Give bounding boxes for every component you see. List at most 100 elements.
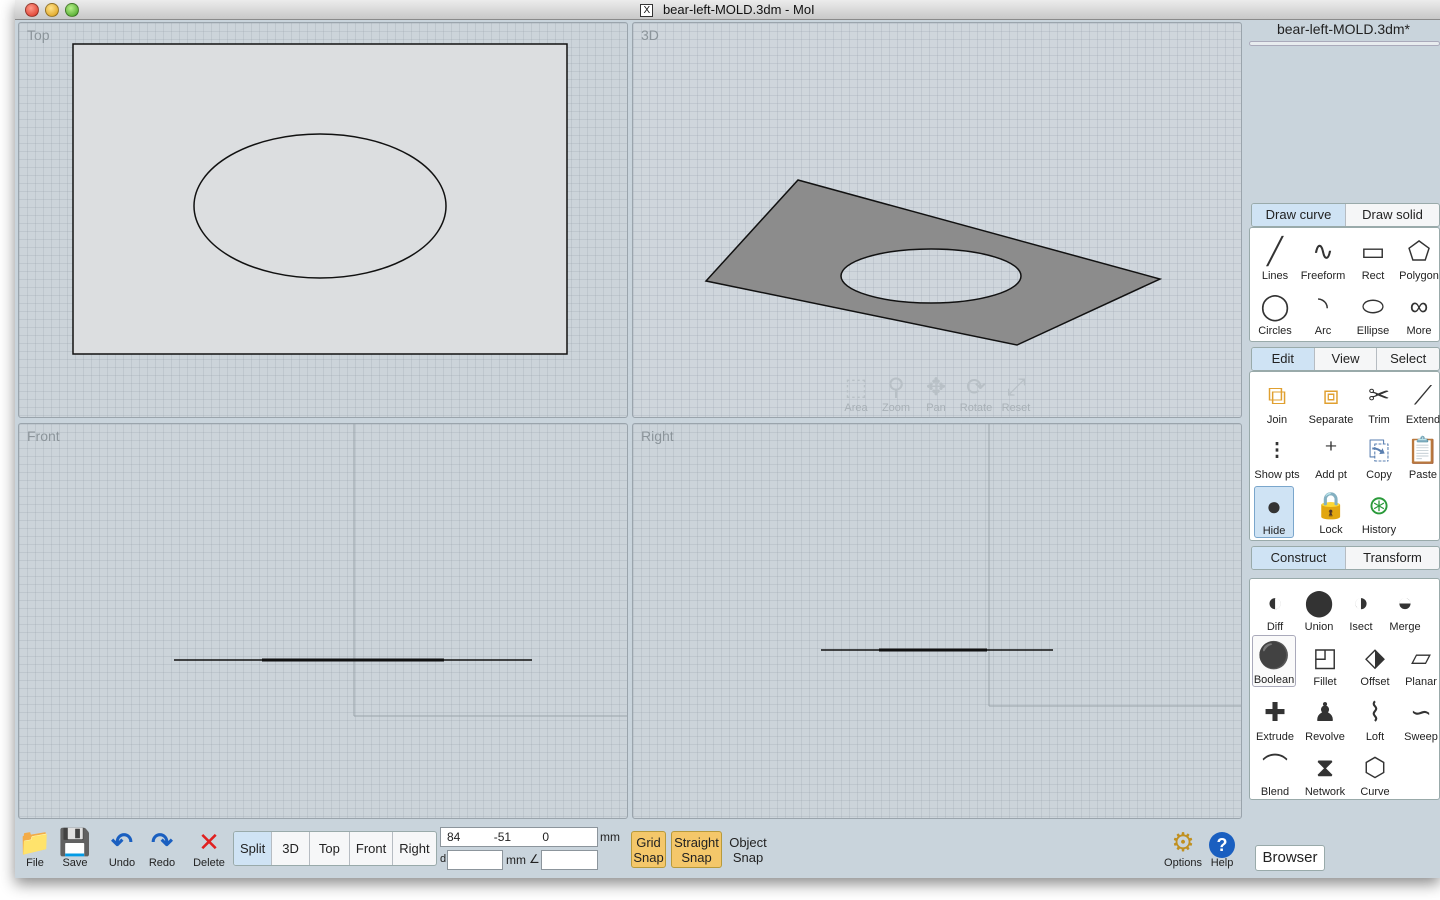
coordinate-input[interactable]: 84 -51 0 xyxy=(440,827,598,847)
tab-draw-solid[interactable]: Draw solid xyxy=(1346,204,1439,226)
zoom-button[interactable]: ⚲ Zoom xyxy=(878,374,914,414)
close-window-button[interactable] xyxy=(25,3,39,17)
tool-label: Fillet xyxy=(1313,676,1337,688)
tab-construct[interactable]: Construct xyxy=(1252,547,1346,569)
boolean-tool[interactable]: ⚫ Boolean xyxy=(1252,635,1296,687)
area-zoom-button[interactable]: ⬚ Area xyxy=(838,374,874,414)
tab-view[interactable]: View xyxy=(1315,348,1378,370)
isect-tool[interactable]: ◑ Isect xyxy=(1336,583,1386,633)
view-3d-button[interactable]: 3D xyxy=(272,832,310,865)
lines-tool[interactable]: ╱ Lines xyxy=(1250,232,1300,282)
tool-label: Rect xyxy=(1361,270,1385,282)
save-button[interactable]: 💾 Save xyxy=(53,827,97,869)
polygon-tool[interactable]: ⬠ Polygon xyxy=(1394,232,1440,282)
paste-icon: 📋 xyxy=(1406,435,1440,465)
angle-input[interactable] xyxy=(541,850,598,870)
reset-view-button[interactable]: ⤢ Reset xyxy=(998,374,1034,414)
viewport-right[interactable]: Right xyxy=(632,423,1242,819)
curve-tool[interactable]: ⬡ Curve xyxy=(1350,748,1400,798)
history-tool[interactable]: ⊛ History xyxy=(1354,486,1404,536)
view-top-button[interactable]: Top xyxy=(310,832,350,865)
viewport-front[interactable]: Front xyxy=(18,423,628,819)
add-pt-tool[interactable]: ⁺ Add pt xyxy=(1306,431,1356,481)
document-icon: X xyxy=(640,4,654,18)
freeform-tool[interactable]: ∿ Freeform xyxy=(1298,232,1348,282)
sweep-tool[interactable]: ∽ Sweep xyxy=(1396,693,1440,743)
ellipse-tool[interactable]: ⬭ Ellipse xyxy=(1348,287,1398,337)
tab-edit[interactable]: Edit xyxy=(1252,348,1315,370)
coord-unit: mm xyxy=(600,830,620,844)
extrude-tool[interactable]: ✚ Extrude xyxy=(1250,693,1300,743)
distance-unit: mm xyxy=(506,853,526,867)
fillet-tool[interactable]: ◰ Fillet xyxy=(1300,638,1350,688)
front-view-drawing xyxy=(174,424,627,717)
help-button[interactable]: ? Help xyxy=(1200,827,1244,869)
folder-icon: 📁 xyxy=(18,827,52,857)
extend-tool[interactable]: ⟋ Extend xyxy=(1398,376,1440,426)
undo-button[interactable]: ↶ Undo xyxy=(100,827,144,869)
tool-label: Paste xyxy=(1408,469,1438,481)
tool-label: Ellipse xyxy=(1356,325,1390,337)
viewport-top[interactable]: Top xyxy=(18,22,628,418)
fillet-icon: ◰ xyxy=(1312,642,1338,672)
file-name: bear-left-MOLD.3dm* xyxy=(1276,21,1411,37)
tab-select[interactable]: Select xyxy=(1377,348,1439,370)
copy-tool[interactable]: ⎘ Copy xyxy=(1354,431,1404,481)
rect-tool[interactable]: ▭ Rect xyxy=(1348,232,1398,282)
options-button[interactable]: ⚙ Options xyxy=(1161,827,1205,869)
circles-tool[interactable]: ◯ Circles xyxy=(1250,287,1300,337)
planar-tool[interactable]: ▱ Planar xyxy=(1396,638,1440,688)
redo-button[interactable]: ↷ Redo xyxy=(140,827,184,869)
diff-tool[interactable]: ◐ Diff xyxy=(1250,583,1300,633)
tool-label: Sweep xyxy=(1404,731,1438,743)
blend-icon: ⌒ xyxy=(1261,752,1288,782)
tab-draw-curve[interactable]: Draw curve xyxy=(1252,204,1346,226)
nav-label: Area xyxy=(844,402,868,414)
tab-transform[interactable]: Transform xyxy=(1346,547,1439,569)
scissors-icon: ✂ xyxy=(1368,380,1390,410)
rotate-button[interactable]: ⟳ Rotate xyxy=(958,374,994,414)
mold-rectangle[interactable] xyxy=(72,43,568,355)
revolve-tool[interactable]: ♟ Revolve xyxy=(1300,693,1350,743)
more-tool[interactable]: ∞ More xyxy=(1394,287,1440,337)
offset-tool[interactable]: ⬗ Offset xyxy=(1350,638,1400,688)
object-snap-toggle[interactable]: Object Snap xyxy=(725,831,771,868)
join-tool[interactable]: ⧉ Join xyxy=(1252,376,1302,426)
rectangle-icon: ▭ xyxy=(1360,236,1386,266)
tool-label: Offset xyxy=(1360,676,1390,688)
show-pts-tool[interactable]: ⁝ Show pts xyxy=(1252,431,1302,481)
network-tool[interactable]: ⧗ Network xyxy=(1300,748,1350,798)
delete-button[interactable]: ✕ Delete xyxy=(187,827,231,869)
pan-button[interactable]: ✥ Pan xyxy=(918,374,954,414)
blend-tool[interactable]: ⌒ Blend xyxy=(1250,748,1300,798)
tool-label: History xyxy=(1361,524,1397,536)
tool-label: Curve xyxy=(1360,786,1390,798)
arc-tool[interactable]: ◝ Arc xyxy=(1298,287,1348,337)
view-front-button[interactable]: Front xyxy=(350,832,394,865)
draw-curve-panel: ╱ Lines ∿ Freeform ▭ Rect ⬠ Polygon ◯ Circles… xyxy=(1249,227,1440,342)
loft-tool[interactable]: ⌇ Loft xyxy=(1350,693,1400,743)
grid-snap-toggle[interactable]: Grid Snap xyxy=(631,831,666,868)
view-right-button[interactable]: Right xyxy=(393,832,435,865)
merge-tool[interactable]: ◒ Merge xyxy=(1380,583,1430,633)
mold-surface[interactable] xyxy=(704,179,1163,346)
trim-tool[interactable]: ✂ Trim xyxy=(1354,376,1404,426)
separate-tool[interactable]: ⧈ Separate xyxy=(1306,376,1356,426)
straight-snap-toggle[interactable]: Straight Snap xyxy=(671,831,722,868)
view-split-button[interactable]: Split xyxy=(234,832,273,865)
minimize-window-button[interactable] xyxy=(45,3,59,17)
paste-tool[interactable]: 📋 Paste xyxy=(1398,431,1440,481)
browser-button[interactable]: Browser xyxy=(1255,845,1325,871)
bottom-toolbar: 📁 File 💾 Save ↶ Undo ↷ Redo ✕ Delete Split 3D… xyxy=(15,822,1440,878)
hide-tool[interactable]: ● Hide xyxy=(1254,486,1294,538)
zoom-window-button[interactable] xyxy=(65,3,79,17)
tool-label: Lock xyxy=(1319,524,1343,536)
tool-label: Loft xyxy=(1365,731,1385,743)
viewport-3d[interactable]: 3D ⬚ Area ⚲ Zoom ✥ Pan ⟳ Rotate ⤢ Reset xyxy=(632,22,1242,418)
rotate-icon: ⟳ xyxy=(965,374,987,401)
ellipse-icon: ⬭ xyxy=(1361,291,1385,321)
distance-input[interactable] xyxy=(447,850,503,870)
spiral-icon: ∞ xyxy=(1409,291,1429,321)
file-button[interactable]: 📁 File xyxy=(13,827,57,869)
lock-tool[interactable]: 🔒 Lock xyxy=(1306,486,1356,536)
